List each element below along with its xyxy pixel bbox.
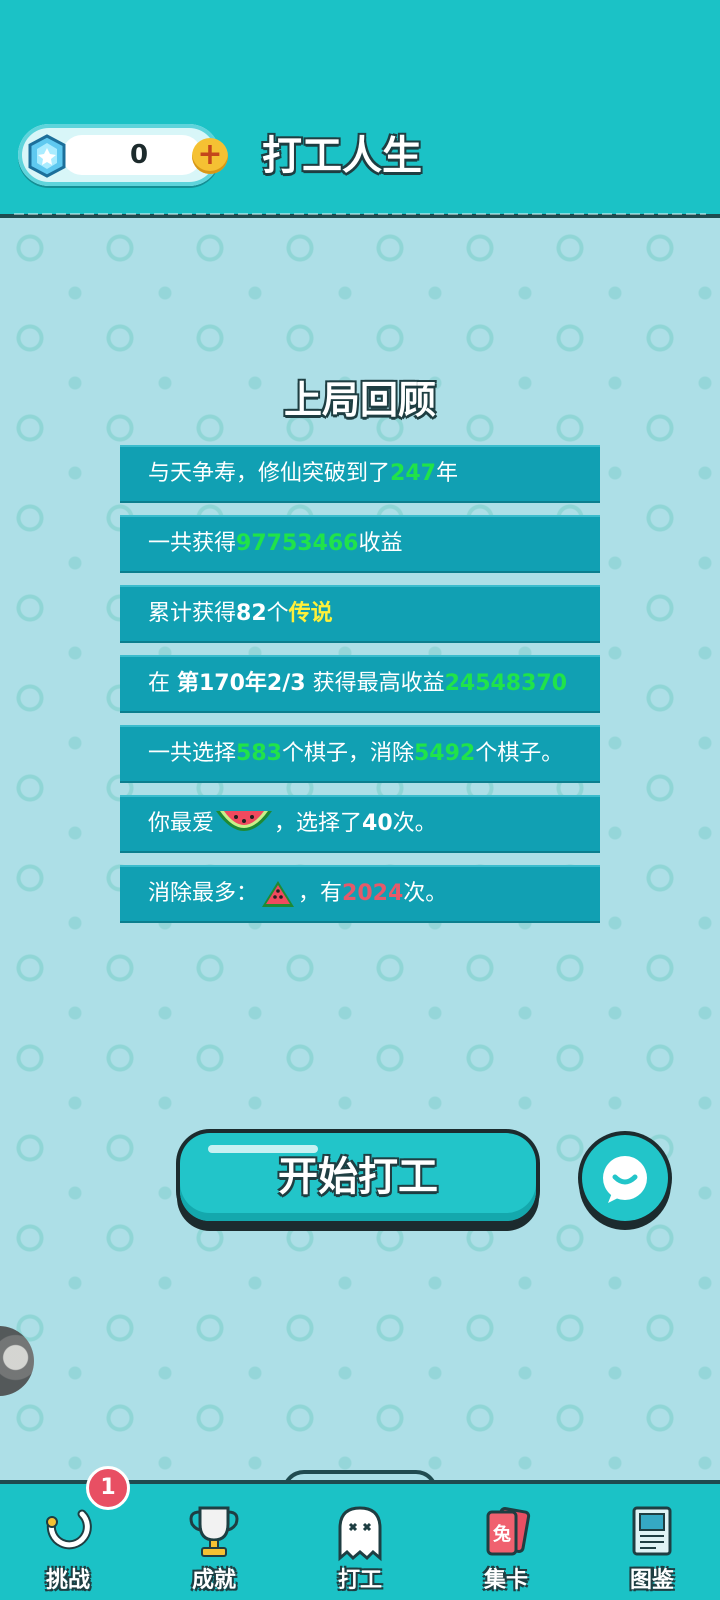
nav-label: 打工: [337, 1568, 382, 1593]
row-text: 一共选择: [148, 741, 237, 766]
row-text: 一共获得: [148, 531, 237, 556]
row-text: 次。: [403, 881, 448, 906]
row-text: 年: [435, 461, 458, 486]
stat-row-lifespan: 与天争寿，修仙突破到了247年: [120, 445, 600, 503]
chat-button[interactable]: [582, 1135, 668, 1221]
chat-bubble-icon: [603, 1156, 647, 1203]
nav-label: 挑战: [45, 1568, 90, 1593]
add-gems-button[interactable]: +: [192, 138, 228, 174]
stat-row-favorite: 你最爱 ，选择了40次。: [120, 795, 600, 853]
row-text: ，有: [298, 881, 343, 906]
notification-badge: 1: [86, 1466, 130, 1510]
row-highlight: 传说: [288, 601, 333, 626]
row-value: 82: [236, 601, 267, 626]
row-text: 个: [266, 601, 289, 626]
stat-row-best-income: 在 第170年2/3 获得最高收益24548370: [120, 655, 600, 713]
gem-count: 0: [129, 140, 149, 170]
row-value: 97753466: [236, 531, 359, 556]
card-icon: 兔: [486, 1507, 531, 1556]
row-text: 累计获得: [148, 601, 237, 626]
nav-label: 集卡: [483, 1568, 528, 1593]
row-text: 获得最高收益: [305, 671, 445, 696]
nav-item-achievement[interactable]: 成就: [154, 1484, 274, 1600]
nav-item-work[interactable]: 打工: [300, 1484, 420, 1600]
page-title: 打工人生: [262, 133, 422, 179]
row-value: 40: [362, 811, 393, 836]
row-text: 消除最多：: [148, 881, 259, 906]
row-text: ，选择了: [274, 811, 363, 836]
watermelon-wedge-icon: [262, 881, 295, 907]
top-header: 0 + 打工人生: [0, 0, 720, 218]
row-value: 5492: [413, 741, 476, 766]
nav-label: 图鉴: [629, 1568, 674, 1593]
row-text: 次。: [392, 811, 437, 836]
start-work-button[interactable]: 开始打工: [180, 1133, 536, 1221]
row-value: 583: [236, 741, 282, 766]
row-text: 你最爱: [148, 811, 215, 836]
section-title: 上局回顾: [283, 378, 436, 422]
row-text: 个棋子，消除: [281, 741, 414, 766]
card-char: 兔: [492, 1523, 511, 1545]
row-text: 收益: [358, 531, 403, 556]
book-icon: [632, 1506, 672, 1556]
challenge-icon: [46, 1509, 92, 1550]
row-text: 个棋子。: [475, 741, 564, 766]
nav-label: 成就: [191, 1568, 236, 1593]
row-value: 247: [390, 461, 436, 486]
watermelon-slice-icon: [216, 811, 273, 831]
stat-row-legend: 累计获得82个传说: [120, 585, 600, 643]
nav-item-cards[interactable]: 兔 集卡: [446, 1484, 566, 1600]
row-value: 第170年2/3: [177, 671, 306, 696]
gem-balance[interactable]: 0 +: [18, 124, 228, 186]
row-value: 24548370: [444, 671, 568, 696]
stat-row-most-eliminated: 消除最多： ，有2024次。: [120, 865, 600, 923]
trophy-icon: [189, 1506, 239, 1557]
row-text: 在: [148, 671, 177, 696]
ghost-icon: [338, 1506, 382, 1562]
diamond-icon: [28, 134, 66, 178]
stat-row-pieces: 一共选择583个棋子，消除5492个棋子。: [120, 725, 600, 783]
row-text: 与天争寿，修仙突破到了: [148, 461, 391, 486]
nav-item-collection[interactable]: 图鉴: [592, 1484, 712, 1600]
row-value: 2024: [342, 881, 404, 906]
stat-row-income: 一共获得97753466收益: [120, 515, 600, 573]
